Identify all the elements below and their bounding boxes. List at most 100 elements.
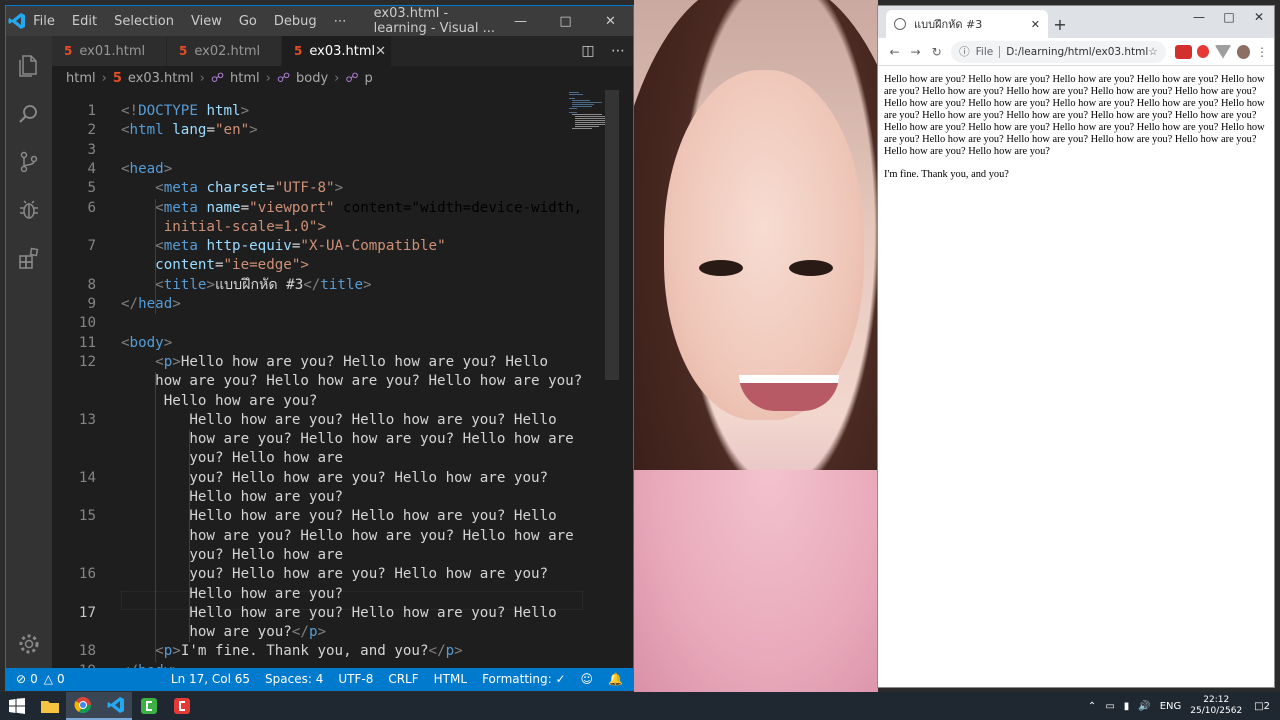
vertical-scrollbar[interactable] xyxy=(605,90,619,668)
code-line[interactable]: <html lang="en"> xyxy=(121,121,258,140)
menu-selection[interactable]: Selection xyxy=(114,14,174,29)
code-line[interactable]: you? Hello how are you? Hello how are yo… xyxy=(121,469,548,488)
chevron-up-icon[interactable]: ⌃ xyxy=(1088,701,1096,712)
clock[interactable]: 22:12 25/10/2562 xyxy=(1190,695,1242,717)
code-line[interactable]: Hello how are you? Hello how are you? He… xyxy=(121,411,556,430)
code-line[interactable]: content="ie=edge"> xyxy=(121,256,309,275)
tab-ex01[interactable]: 5 ex01.html xyxy=(52,36,167,66)
minimap[interactable] xyxy=(569,90,605,140)
battery-icon[interactable]: ▮ xyxy=(1124,701,1130,712)
maximize-icon[interactable]: □ xyxy=(543,14,588,29)
url-text[interactable]: D:/learning/html/ex03.html xyxy=(1006,46,1148,58)
minimize-icon[interactable]: — xyxy=(1184,6,1214,24)
source-control-icon[interactable] xyxy=(6,138,52,186)
code-line[interactable]: </head> xyxy=(121,295,181,314)
reload-icon[interactable]: ↻ xyxy=(926,45,947,59)
globe-icon xyxy=(894,18,906,30)
language-mode[interactable]: HTML xyxy=(434,672,467,686)
breadcrumb-p[interactable]: p xyxy=(365,71,373,86)
menu-go[interactable]: Go xyxy=(239,14,257,29)
code-line[interactable]: <!DOCTYPE html> xyxy=(121,102,249,121)
vscode-window: File Edit Selection View Go Debug ⋯ ex03… xyxy=(5,5,634,691)
error-count[interactable]: 0 xyxy=(30,672,38,686)
feedback-smiley-icon[interactable]: ☺ xyxy=(581,672,594,686)
settings-gear-icon[interactable] xyxy=(6,620,52,668)
breadcrumb-html[interactable]: html xyxy=(230,71,260,86)
code-line[interactable]: how are you?</p> xyxy=(121,623,326,642)
menu-edit[interactable]: Edit xyxy=(72,14,97,29)
action-center-icon[interactable]: □ xyxy=(1254,701,1263,712)
volume-icon[interactable]: 🔊 xyxy=(1138,701,1150,712)
extensions-icon[interactable] xyxy=(6,234,52,282)
code-line[interactable]: <title>แบบฝึกหัด #3</title> xyxy=(121,276,371,295)
info-icon[interactable]: ⓘ xyxy=(959,44,970,59)
split-editor-icon[interactable]: ◫ xyxy=(573,43,603,59)
camtasia-green-icon[interactable] xyxy=(132,692,165,720)
code-line[interactable]: <head> xyxy=(121,160,172,179)
tab-ex03[interactable]: 5 ex03.html ✕ xyxy=(282,36,392,66)
menu-debug[interactable]: Debug xyxy=(274,14,317,29)
code-line[interactable]: <p>Hello how are you? Hello how are you?… xyxy=(121,353,548,372)
code-line[interactable]: you? Hello how are you? Hello how are yo… xyxy=(121,565,548,584)
code-line[interactable]: Hello how are you? xyxy=(121,392,318,411)
maximize-icon[interactable]: □ xyxy=(1214,6,1244,24)
notifications-bell-icon[interactable]: 🔔 xyxy=(608,672,623,686)
chrome-menu-icon[interactable]: ⋮ xyxy=(1256,45,1268,59)
file-explorer-icon[interactable] xyxy=(33,692,66,720)
recorder-red-icon[interactable] xyxy=(165,692,198,720)
menu-view[interactable]: View xyxy=(191,14,222,29)
tab-close-icon[interactable]: ✕ xyxy=(1031,18,1040,31)
code-line[interactable]: Hello how are you? Hello how are you? He… xyxy=(121,604,556,623)
back-arrow-icon[interactable]: ← xyxy=(884,45,905,59)
new-tab-plus-icon[interactable]: + xyxy=(1048,10,1072,38)
code-line[interactable]: <body> xyxy=(121,334,172,353)
code-line[interactable]: how are you? Hello how are you? Hello ho… xyxy=(121,372,582,391)
breadcrumb-body[interactable]: body xyxy=(296,71,328,86)
address-bar[interactable]: ⓘ File D:/learning/html/ex03.html ☆ xyxy=(951,40,1166,63)
search-icon[interactable] xyxy=(6,90,52,138)
code-line[interactable]: Hello how are you? Hello how are you? He… xyxy=(121,507,556,526)
vscode-taskbar-icon[interactable] xyxy=(99,692,132,720)
error-icon[interactable]: ⊘ xyxy=(16,672,26,686)
code-line[interactable]: <meta charset="UTF-8"> xyxy=(121,179,343,198)
opera-extension-icon[interactable] xyxy=(1196,45,1210,58)
code-line[interactable]: <meta name="viewport" content="width=dev… xyxy=(121,199,582,218)
menu-file[interactable]: File xyxy=(33,14,55,29)
language-indicator[interactable]: ENG xyxy=(1160,701,1182,712)
end-of-line[interactable]: CRLF xyxy=(388,672,418,686)
code-editor[interactable]: 12345678910111213141516171819<!DOCTYPE h… xyxy=(52,90,619,679)
windows-start-icon[interactable] xyxy=(0,692,33,720)
minimize-icon[interactable]: — xyxy=(498,14,543,29)
warning-count[interactable]: 0 xyxy=(57,672,65,686)
tab-ex02[interactable]: 5 ex02.html xyxy=(167,36,282,66)
code-line[interactable]: initial-scale=1.0"> xyxy=(121,218,326,237)
close-icon[interactable]: ✕ xyxy=(588,14,633,29)
code-line[interactable]: <meta http-equiv="X-UA-Compatible" xyxy=(121,237,445,256)
avatar[interactable] xyxy=(1236,44,1250,59)
vscode-titlebar: File Edit Selection View Go Debug ⋯ ex03… xyxy=(6,6,633,36)
tab-close-icon[interactable]: ✕ xyxy=(375,44,386,59)
chrome-tab[interactable]: แบบฝึกหัด #3 ✕ xyxy=(886,10,1048,38)
warning-icon[interactable]: △ xyxy=(44,672,53,686)
cursor-position[interactable]: Ln 17, Col 65 xyxy=(171,672,250,686)
extension-red-icon[interactable] xyxy=(1174,44,1192,59)
explorer-icon[interactable] xyxy=(6,42,52,90)
menu-more[interactable]: ⋯ xyxy=(334,14,347,29)
more-actions-icon[interactable]: ⋯ xyxy=(603,43,633,59)
forward-arrow-icon[interactable]: → xyxy=(905,45,926,59)
formatting-status[interactable]: Formatting: ✓ xyxy=(482,672,565,686)
breadcrumb-folder[interactable]: html xyxy=(66,71,96,86)
chrome-taskbar-icon[interactable] xyxy=(66,692,99,720)
close-icon[interactable]: ✕ xyxy=(1244,6,1274,24)
debug-icon[interactable] xyxy=(6,186,52,234)
indentation[interactable]: Spaces: 4 xyxy=(265,672,323,686)
code-line[interactable]: <p>I'm fine. Thank you, and you?</p> xyxy=(121,642,463,661)
breadcrumb-file[interactable]: ex03.html xyxy=(128,71,194,86)
line-number: 10 xyxy=(78,315,96,332)
encoding[interactable]: UTF-8 xyxy=(338,672,373,686)
extension-grey-icon[interactable] xyxy=(1214,44,1232,59)
scheme-label: File xyxy=(975,45,994,58)
network-icon[interactable]: ▭ xyxy=(1105,701,1114,712)
scrollbar-thumb[interactable] xyxy=(605,90,619,380)
bookmark-star-icon[interactable]: ☆ xyxy=(1148,46,1157,58)
